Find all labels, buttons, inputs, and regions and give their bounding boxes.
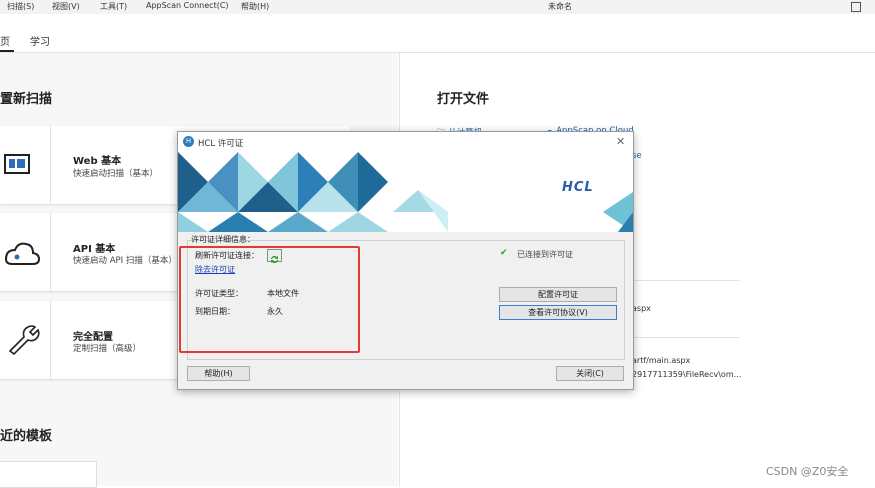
dialog-banner: HCL xyxy=(178,152,633,232)
connected-status: 已连接到许可证 xyxy=(517,250,573,259)
card-subtitle: 快速启动 API 扫描（基本） xyxy=(73,256,177,266)
configure-license-button[interactable]: 配置许可证 xyxy=(499,287,617,302)
watermark: CSDN @Z0安全 xyxy=(766,465,849,478)
template-item[interactable] xyxy=(0,461,97,488)
recent-file-2-path: 2917711359\FileRecv\om... xyxy=(632,370,742,379)
tab-bar: 页 学习 xyxy=(0,14,875,53)
dialog-titlebar: H HCL 许可证 ✕ xyxy=(178,132,633,152)
dialog-title: HCL 许可证 xyxy=(198,139,244,149)
highlight-box xyxy=(179,246,360,353)
menu-scan[interactable]: 扫描(S) xyxy=(7,1,34,12)
menu-bar: 扫描(S) 视图(V) 工具(T) AppScan Connect(C) 帮助(… xyxy=(0,0,875,14)
menu-view[interactable]: 视图(V) xyxy=(52,1,80,12)
menu-tools[interactable]: 工具(T) xyxy=(100,1,127,12)
tab-learn[interactable]: 学习 xyxy=(30,33,50,48)
maximize-icon[interactable] xyxy=(851,2,861,12)
card-title: Web 基本 xyxy=(73,156,122,167)
view-agreement-button[interactable]: 查看许可协议(V) xyxy=(499,305,617,320)
hcl-logo-icon: H xyxy=(183,136,194,147)
card-subtitle: 快速启动扫描（基本） xyxy=(73,169,159,179)
cloud-icon xyxy=(0,213,51,291)
recent-templates-heading: 近的模板 xyxy=(0,429,53,444)
card-title: API 基本 xyxy=(73,244,116,255)
close-button[interactable]: 关闭(C) xyxy=(556,366,624,381)
tab-home[interactable]: 页 xyxy=(0,33,10,48)
window-title: 未命名 xyxy=(548,2,572,11)
group-label: 许可证详细信息： xyxy=(191,235,255,244)
new-scan-heading: 置新扫描 xyxy=(0,92,53,107)
recent-file-2[interactable]: artf/main.aspx xyxy=(632,356,690,365)
close-icon[interactable]: ✕ xyxy=(616,135,625,148)
check-icon: ✔ xyxy=(500,248,508,258)
wrench-icon xyxy=(0,301,51,379)
web-icon xyxy=(0,126,51,204)
recent-file-1[interactable]: aspx xyxy=(632,304,651,313)
hcl-brand-logo: HCL xyxy=(562,180,594,195)
help-button[interactable]: 帮助(H) xyxy=(187,366,250,381)
card-subtitle: 定制扫描（高级） xyxy=(73,344,142,354)
menu-appscan-connect[interactable]: AppScan Connect(C) xyxy=(146,1,229,10)
card-title: 完全配置 xyxy=(73,332,113,343)
open-file-heading: 打开文件 xyxy=(437,92,490,107)
active-tab-indicator xyxy=(0,50,14,52)
menu-help[interactable]: 帮助(H) xyxy=(241,1,269,12)
